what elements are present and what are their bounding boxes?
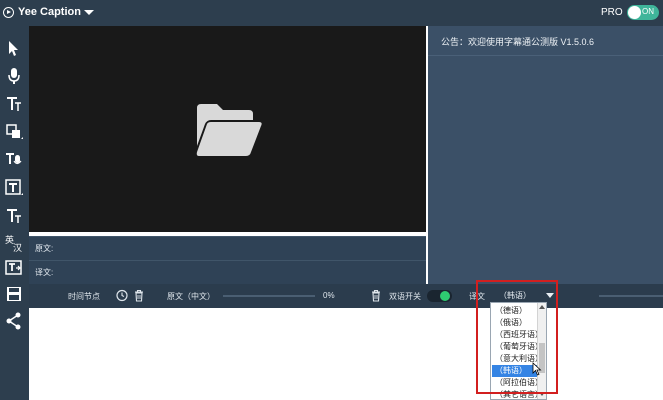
logo-icon <box>3 7 14 18</box>
toggle-knob <box>440 291 450 301</box>
notice-panel: 公告：欢迎使用字幕通公测版 V1.5.0.6 <box>428 26 663 284</box>
trash-icon[interactable] <box>133 289 145 302</box>
divider <box>428 55 663 56</box>
share-icon[interactable] <box>4 311 24 331</box>
language-option[interactable]: （其它语言） <box>492 389 543 399</box>
chevron-down-icon[interactable] <box>84 10 94 15</box>
translate-icon[interactable]: 英汉 <box>4 233 24 253</box>
dropdown-scrollbar[interactable] <box>537 303 546 399</box>
language-option[interactable]: （意大利语） <box>492 353 543 365</box>
language-option[interactable]: （葡萄牙语） <box>492 341 543 353</box>
scroll-up-icon[interactable] <box>539 305 545 309</box>
time-node-label: 时间节点 <box>68 292 100 301</box>
source-label: 原文: <box>35 244 54 253</box>
subtitle-list-area[interactable] <box>29 308 663 400</box>
language-option-selected[interactable]: （韩语） <box>492 365 537 377</box>
progress-value: 0% <box>323 291 335 300</box>
text-voice-icon[interactable] <box>4 150 24 170</box>
microphone-icon[interactable] <box>4 66 24 86</box>
video-preview[interactable] <box>29 26 426 232</box>
save-icon[interactable] <box>4 284 24 304</box>
title-bar: Yee Caption PRO ON <box>0 0 663 26</box>
source-subtitle-row[interactable]: 原文: <box>29 236 426 260</box>
chevron-down-icon[interactable] <box>546 293 554 298</box>
text-format-icon[interactable] <box>4 206 24 226</box>
translation-label: 译文: <box>35 268 54 277</box>
pro-toggle[interactable]: ON <box>627 5 659 20</box>
source-language-label: 原文（中文） <box>167 292 215 301</box>
pro-toggle-label: ON <box>642 7 654 16</box>
app-window: Yee Caption PRO ON 英汉 公告：欢迎使用字幕通公测版 V1.5… <box>0 0 663 400</box>
toggle-knob <box>628 6 641 19</box>
text-box-icon[interactable] <box>4 178 24 198</box>
volume-slider[interactable] <box>599 295 663 297</box>
translation-language-select[interactable]: （韩语） <box>492 289 556 303</box>
language-option[interactable]: （阿拉伯语） <box>492 377 543 389</box>
folder-open-icon[interactable] <box>193 102 263 158</box>
clock-icon[interactable] <box>116 289 128 302</box>
translation-language-label: 译文 <box>469 292 485 301</box>
selected-language: （韩语） <box>499 291 531 300</box>
notice-text: 公告：欢迎使用字幕通公测版 V1.5.0.6 <box>441 37 595 47</box>
left-toolbar: 英汉 <box>0 26 29 400</box>
bilingual-switch-label: 双语开关 <box>389 292 421 301</box>
bottom-toolbar: 时间节点 原文（中文） 0% 双语开关 译文 （韩语） <box>29 284 663 308</box>
trash-icon[interactable] <box>370 289 382 302</box>
text-tool-icon[interactable] <box>4 94 24 114</box>
language-option[interactable]: （俄语） <box>492 317 537 329</box>
select-pointer-icon[interactable] <box>4 38 24 58</box>
language-option[interactable]: （德语） <box>492 305 537 317</box>
language-option[interactable]: （西班牙语） <box>492 329 543 341</box>
language-dropdown-list[interactable]: （德语） （俄语） （西班牙语） （葡萄牙语） （意大利语） （韩语） （阿拉伯… <box>490 302 547 400</box>
pro-label: PRO <box>601 7 623 18</box>
translation-subtitle-row[interactable]: 译文: <box>29 260 426 284</box>
app-title: Yee Caption <box>18 6 81 18</box>
shape-tool-icon[interactable] <box>4 122 24 142</box>
progress-slider[interactable] <box>223 295 315 297</box>
text-export-icon[interactable] <box>4 258 24 278</box>
scroll-down-icon[interactable] <box>539 392 545 396</box>
svg-text:汉: 汉 <box>13 243 22 253</box>
bilingual-toggle[interactable] <box>427 290 452 302</box>
mouse-cursor-icon <box>532 362 542 376</box>
